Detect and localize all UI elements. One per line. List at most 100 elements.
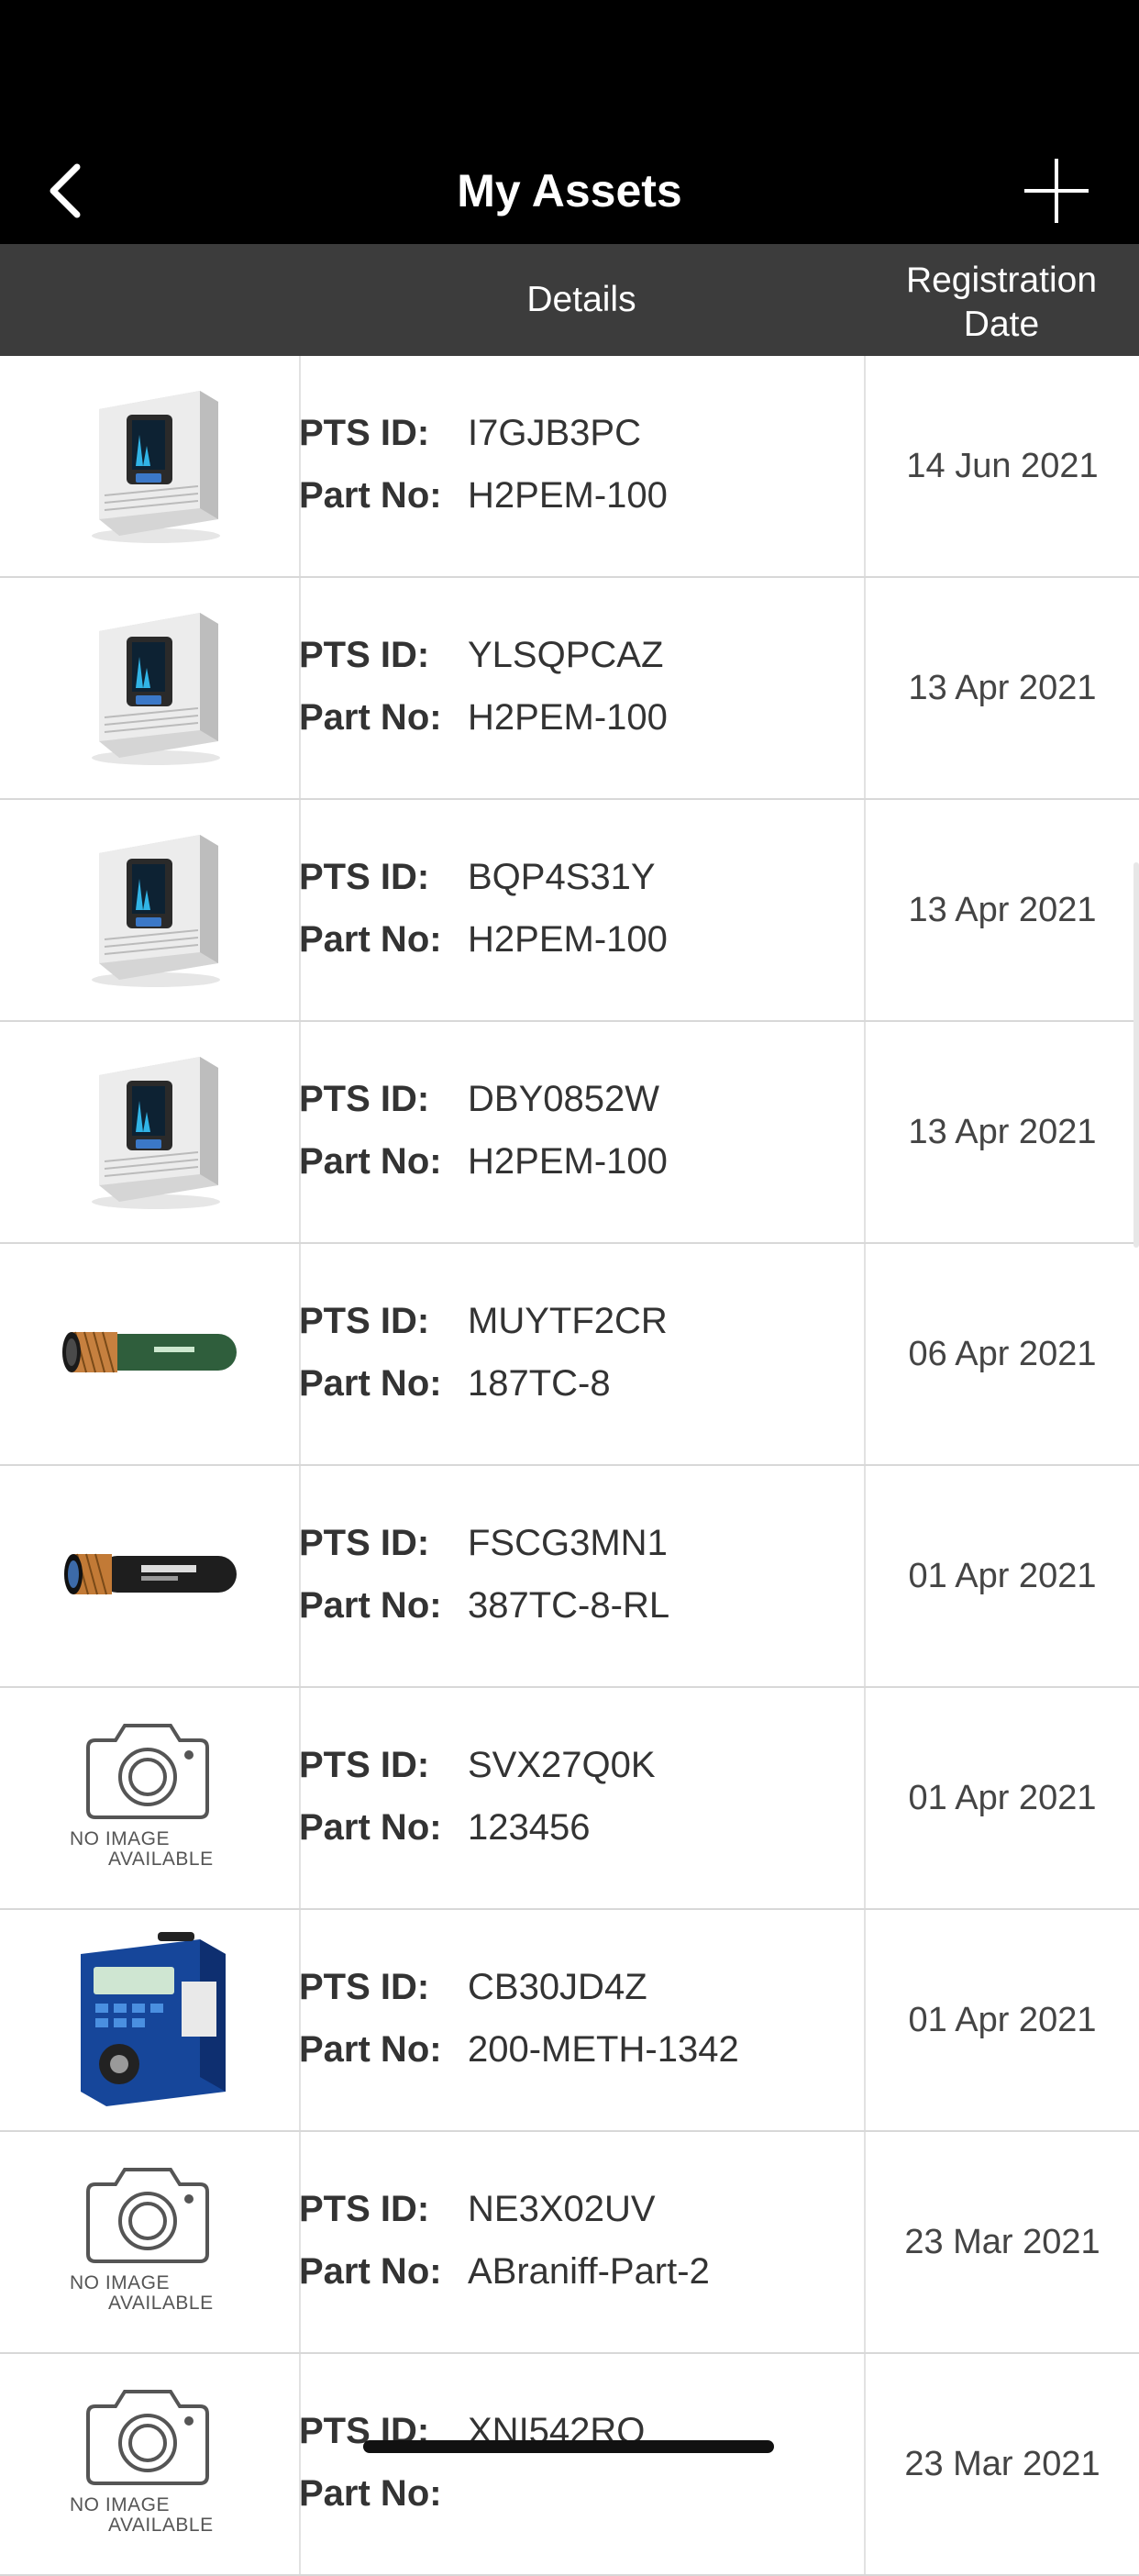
pts-id-value: BQP4S31Y [468,857,656,897]
pts-id-value: NE3X02UV [468,2189,656,2229]
asset-details: PTS ID: FSCG3MN1 Part No: 387TC-8-RL [299,1466,864,1686]
part-no-label: Part No: [299,1141,442,1182]
scrollbar[interactable] [1133,862,1139,1248]
no-image-text: NO IMAGE [70,2494,171,2515]
asset-row[interactable]: PTS ID: CB30JD4Z Part No: 200-METH-1342 … [0,1910,1139,2132]
pts-id-label: PTS ID: [299,857,430,897]
no-image-camera-icon: NO IMAGE AVAILABLE [70,2386,227,2542]
asset-list: PTS ID: I7GJB3PC Part No: H2PEM-100 14 J… [0,356,1139,2576]
asset-row[interactable]: PTS ID: I7GJB3PC Part No: H2PEM-100 14 J… [0,356,1139,578]
registration-date: 13 Apr 2021 [908,669,1097,707]
part-no-label: Part No: [299,1363,442,1404]
registration-date: 01 Apr 2021 [908,2001,1097,2039]
asset-row[interactable]: NO IMAGE AVAILABLE PTS ID: SVX27Q0K Part… [0,1688,1139,1910]
part-no-value: H2PEM-100 [468,697,668,738]
part-no-label: Part No: [299,2251,442,2292]
asset-thumbnail [0,1022,299,1242]
asset-details: PTS ID: NE3X02UV Part No: ABraniff-Part-… [299,2132,864,2352]
pts-id-label: PTS ID: [299,1967,430,2007]
hose-green-image [53,1316,246,1393]
column-header: Details Registration Date [0,244,1139,356]
registration-date: 13 Apr 2021 [908,891,1097,929]
part-no-label: Part No: [299,475,442,516]
asset-thumbnail [0,1244,299,1464]
navigation-bar: My Assets [0,138,1139,244]
hydrogen-generator-image [72,1048,227,1217]
available-text: AVAILABLE [108,1849,214,1870]
registration-date-header-line2: Date [963,305,1040,344]
part-no-label: Part No: [299,1585,442,1626]
pts-id-value: MUYTF2CR [468,1301,668,1341]
pts-id-label: PTS ID: [299,413,430,453]
hydrogen-generator-image [72,604,227,773]
asset-thumbnail [0,800,299,1020]
pts-id-value: I7GJB3PC [468,413,641,453]
pts-id-value: DBY0852W [468,1079,659,1119]
available-text: AVAILABLE [108,2293,214,2314]
asset-row[interactable]: NO IMAGE AVAILABLE PTS ID: NE3X02UV Part… [0,2132,1139,2354]
registration-date: 23 Mar 2021 [904,2445,1100,2483]
asset-row[interactable]: PTS ID: FSCG3MN1 Part No: 387TC-8-RL 01 … [0,1466,1139,1688]
part-no-value: H2PEM-100 [468,1141,668,1182]
registration-date: 01 Apr 2021 [908,1557,1097,1595]
add-asset-button[interactable] [1011,147,1102,235]
part-no-label: Part No: [299,2029,442,2070]
asset-details: PTS ID: BQP4S31Y Part No: H2PEM-100 [299,800,864,1020]
asset-row[interactable]: PTS ID: YLSQPCAZ Part No: H2PEM-100 13 A… [0,578,1139,800]
no-image-text: NO IMAGE [70,1828,171,1849]
pts-id-value: FSCG3MN1 [468,1523,668,1563]
status-bar [0,0,1139,138]
registration-date-column-header: Registration Date [864,259,1139,347]
pts-id-label: PTS ID: [299,1301,430,1341]
asset-thumbnail: NO IMAGE AVAILABLE [0,2132,299,2352]
hydrogen-generator-image [72,382,227,551]
part-no-value: 187TC-8 [468,1363,611,1404]
pts-id-value: SVX27Q0K [468,1745,656,1785]
available-text: AVAILABLE [108,2515,214,2536]
part-no-value: ABraniff-Part-2 [468,2251,710,2292]
plus-icon [1024,159,1089,223]
part-no-value: 200-METH-1342 [468,2029,739,2070]
registration-date: 23 Mar 2021 [904,2223,1100,2261]
registration-date: 13 Apr 2021 [908,1113,1097,1151]
pts-id-label: PTS ID: [299,1079,430,1119]
asset-details: PTS ID: YLSQPCAZ Part No: H2PEM-100 [299,578,864,798]
pts-id-value: CB30JD4Z [468,1967,647,2007]
asset-thumbnail [0,356,299,576]
part-no-label: Part No: [299,697,442,738]
asset-row[interactable]: PTS ID: BQP4S31Y Part No: H2PEM-100 13 A… [0,800,1139,1022]
asset-thumbnail: NO IMAGE AVAILABLE [0,2354,299,2574]
asset-details: PTS ID: I7GJB3PC Part No: H2PEM-100 [299,356,864,576]
asset-row[interactable]: PTS ID: MUYTF2CR Part No: 187TC-8 06 Apr… [0,1244,1139,1466]
part-no-value: H2PEM-100 [468,475,668,516]
asset-details: PTS ID: CB30JD4Z Part No: 200-METH-1342 [299,1910,864,2130]
part-no-label: Part No: [299,1807,442,1848]
asset-thumbnail [0,1910,299,2130]
asset-details: PTS ID: DBY0852W Part No: H2PEM-100 [299,1022,864,1242]
home-indicator[interactable] [363,2440,774,2453]
no-image-camera-icon: NO IMAGE AVAILABLE [70,2164,227,2320]
pts-id-value: YLSQPCAZ [468,635,664,675]
pts-id-label: PTS ID: [299,635,430,675]
asset-details: PTS ID: MUYTF2CR Part No: 187TC-8 [299,1244,864,1464]
registration-date: 01 Apr 2021 [908,1779,1097,1817]
asset-row[interactable]: PTS ID: DBY0852W Part No: H2PEM-100 13 A… [0,1022,1139,1244]
no-image-camera-icon: NO IMAGE AVAILABLE [70,1720,227,1876]
blue-instrument-image [62,1926,237,2115]
hose-black-image [53,1538,246,1616]
hydrogen-generator-image [72,826,227,995]
no-image-text: NO IMAGE [70,2272,171,2293]
part-no-value: H2PEM-100 [468,919,668,960]
page-title: My Assets [457,165,682,217]
asset-thumbnail: NO IMAGE AVAILABLE [0,1688,299,1908]
part-no-value: 123456 [468,1807,591,1848]
registration-date-header-line1: Registration [905,261,1098,300]
asset-thumbnail [0,1466,299,1686]
part-no-value: 387TC-8-RL [468,1585,670,1626]
registration-date: 06 Apr 2021 [908,1335,1097,1373]
asset-row[interactable]: NO IMAGE AVAILABLE PTS ID: XNI542RO Part… [0,2354,1139,2576]
pts-id-label: PTS ID: [299,1523,430,1563]
asset-thumbnail [0,578,299,798]
part-no-label: Part No: [299,2473,442,2514]
asset-details: PTS ID: XNI542RO Part No: [299,2354,864,2574]
